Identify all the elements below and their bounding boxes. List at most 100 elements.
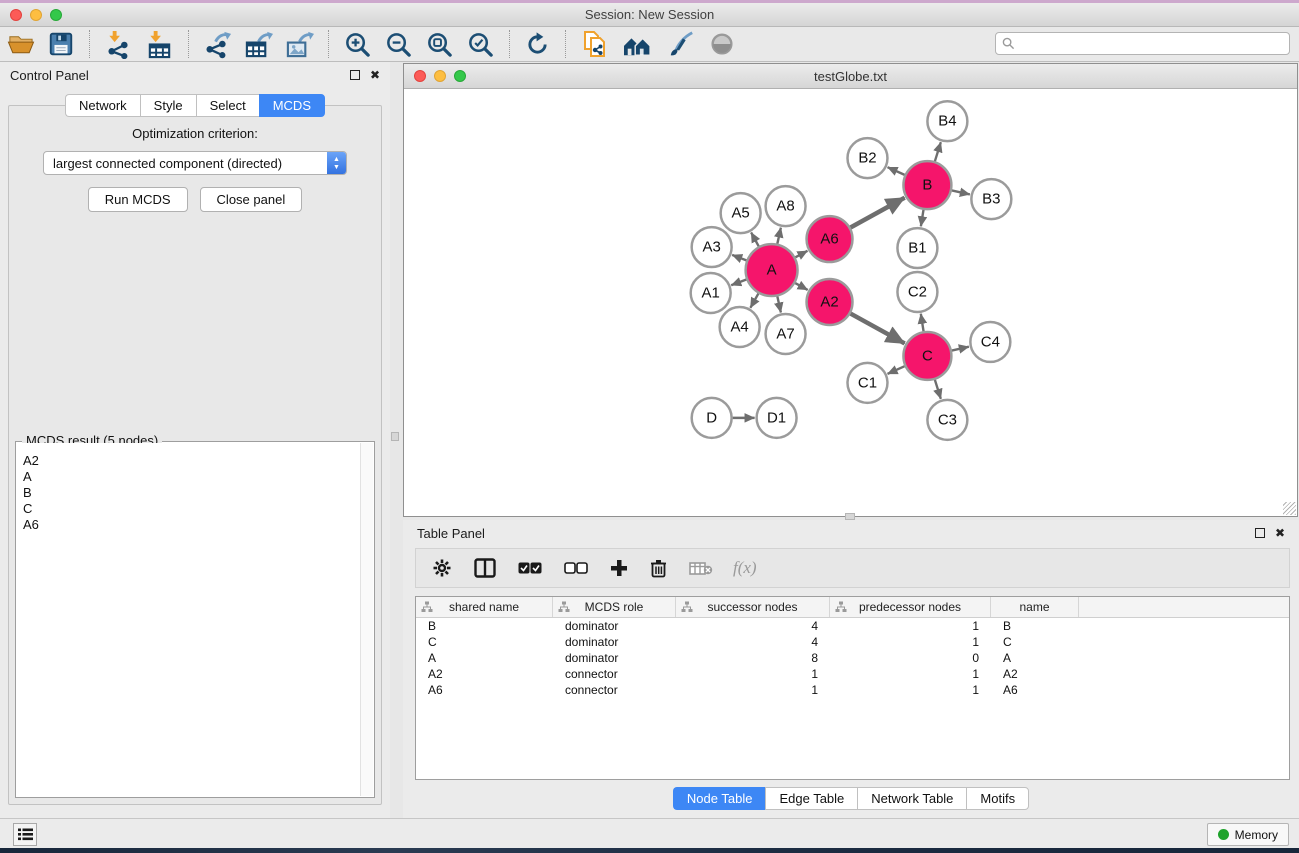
- hide-selected-button[interactable]: [702, 29, 742, 59]
- edge-A-A7[interactable]: [777, 296, 781, 312]
- column-header-shared-name[interactable]: shared name: [416, 597, 553, 617]
- node-A[interactable]: A: [746, 244, 798, 296]
- zoom-selected-button[interactable]: [460, 29, 501, 60]
- search-box[interactable]: [995, 32, 1290, 55]
- edge-A-A8[interactable]: [777, 228, 781, 244]
- tab-network-table[interactable]: Network Table: [857, 787, 966, 810]
- run-mcds-button[interactable]: Run MCDS: [88, 187, 188, 212]
- refresh-button[interactable]: [518, 30, 557, 59]
- table-row[interactable]: A2connector11A2: [416, 666, 1289, 682]
- node-A7[interactable]: A7: [766, 314, 806, 354]
- import-network-button[interactable]: [98, 29, 139, 60]
- memory-button[interactable]: Memory: [1207, 823, 1289, 846]
- vertical-splitter-handle[interactable]: [391, 432, 399, 441]
- node-B2[interactable]: B2: [848, 138, 888, 178]
- edge-C-C4[interactable]: [952, 347, 969, 351]
- new-network-from-selection-button[interactable]: [574, 28, 616, 60]
- tab-motifs[interactable]: Motifs: [966, 787, 1029, 810]
- edge-B-B3[interactable]: [952, 190, 970, 194]
- tab-edge-table[interactable]: Edge Table: [765, 787, 857, 810]
- close-table-panel-icon[interactable]: ✖: [1275, 527, 1285, 539]
- tab-style[interactable]: Style: [140, 94, 196, 117]
- float-table-panel-icon[interactable]: [1255, 528, 1265, 538]
- show-columns-button[interactable]: [468, 556, 502, 580]
- node-D1[interactable]: D1: [757, 398, 797, 438]
- apply-style-button[interactable]: [660, 29, 702, 59]
- mcds-result-item[interactable]: C: [23, 501, 367, 517]
- tab-network[interactable]: Network: [65, 94, 140, 117]
- edge-A-A5[interactable]: [751, 232, 759, 246]
- node-A2[interactable]: A2: [807, 279, 853, 325]
- node-A8[interactable]: A8: [766, 186, 806, 226]
- edge-C-C3[interactable]: [935, 380, 941, 399]
- task-history-button[interactable]: [13, 823, 37, 846]
- export-image-button[interactable]: [279, 29, 320, 60]
- zoom-out-button[interactable]: [378, 29, 419, 60]
- export-table-button[interactable]: [238, 29, 279, 60]
- zoom-in-button[interactable]: [337, 29, 378, 60]
- mcds-result-item[interactable]: B: [23, 485, 367, 501]
- edge-A2-C[interactable]: [851, 314, 905, 344]
- edge-A-A2[interactable]: [795, 283, 807, 290]
- node-C1[interactable]: C1: [848, 363, 888, 403]
- float-panel-icon[interactable]: [350, 70, 360, 80]
- deselect-all-button[interactable]: [558, 560, 594, 577]
- mcds-result-item[interactable]: A6: [23, 517, 367, 533]
- table-row[interactable]: A6connector11A6: [416, 682, 1289, 698]
- horizontal-splitter-handle[interactable]: [845, 513, 855, 520]
- create-column-button[interactable]: [604, 557, 634, 579]
- node-C[interactable]: C: [903, 332, 951, 380]
- edge-A-A6[interactable]: [795, 251, 807, 257]
- node-B4[interactable]: B4: [927, 101, 967, 141]
- result-scrollbar[interactable]: [360, 443, 373, 796]
- node-C4[interactable]: C4: [970, 322, 1010, 362]
- mcds-result-item[interactable]: A: [23, 469, 367, 485]
- node-B[interactable]: B: [903, 161, 951, 209]
- column-header-mcds-role[interactable]: MCDS role: [553, 597, 676, 617]
- close-panel-button[interactable]: Close panel: [200, 187, 303, 212]
- save-session-button[interactable]: [41, 29, 81, 59]
- column-header-name[interactable]: name: [991, 597, 1079, 617]
- node-C2[interactable]: C2: [897, 272, 937, 312]
- network-window-titlebar[interactable]: testGlobe.txt: [404, 64, 1297, 89]
- tab-node-table[interactable]: Node Table: [673, 787, 766, 810]
- mcds-result-item[interactable]: A2: [23, 453, 367, 469]
- table-settings-button[interactable]: [426, 556, 458, 580]
- node-A4[interactable]: A4: [720, 307, 760, 347]
- zoom-fit-button[interactable]: [419, 29, 460, 60]
- first-neighbors-button[interactable]: [616, 29, 660, 59]
- edge-A-A1[interactable]: [731, 280, 746, 286]
- network-graph[interactable]: AA6A2BCA1A3A4A5A7A8B1B2B3B4C1C2C3C4DD1: [404, 89, 1297, 516]
- import-table-button[interactable]: [139, 29, 180, 60]
- node-A6[interactable]: A6: [807, 216, 853, 262]
- edge-A-A3[interactable]: [732, 255, 746, 260]
- edge-A-A4[interactable]: [750, 294, 758, 308]
- edge-A6-B[interactable]: [851, 198, 905, 228]
- criterion-select[interactable]: largest connected component (directed) ▲…: [43, 151, 347, 175]
- node-B1[interactable]: B1: [897, 228, 937, 268]
- close-panel-icon[interactable]: ✖: [370, 69, 380, 81]
- column-header-predecessor-nodes[interactable]: predecessor nodes: [830, 597, 991, 617]
- node-A3[interactable]: A3: [692, 227, 732, 267]
- edge-B-B2[interactable]: [888, 167, 905, 175]
- search-input[interactable]: [1019, 34, 1289, 53]
- edge-B-B1[interactable]: [921, 210, 924, 227]
- edge-C-C1[interactable]: [888, 366, 905, 374]
- tab-mcds[interactable]: MCDS: [259, 94, 325, 117]
- delete-column-button[interactable]: [644, 557, 673, 580]
- export-network-button[interactable]: [197, 29, 238, 60]
- open-session-button[interactable]: [0, 29, 41, 60]
- table-row[interactable]: Adominator80A: [416, 650, 1289, 666]
- edge-C-C2[interactable]: [921, 314, 924, 332]
- column-header-successor-nodes[interactable]: successor nodes: [676, 597, 830, 617]
- tab-select[interactable]: Select: [196, 94, 259, 117]
- node-A5[interactable]: A5: [721, 193, 761, 233]
- node-D[interactable]: D: [692, 398, 732, 438]
- node-A1[interactable]: A1: [691, 273, 731, 313]
- table-row[interactable]: Cdominator41C: [416, 634, 1289, 650]
- edge-B-B4[interactable]: [935, 142, 941, 161]
- table-row[interactable]: Bdominator41B: [416, 618, 1289, 634]
- resize-grip-icon[interactable]: [1283, 502, 1296, 515]
- network-canvas[interactable]: AA6A2BCA1A3A4A5A7A8B1B2B3B4C1C2C3C4DD1: [404, 89, 1297, 516]
- select-all-button[interactable]: [512, 560, 548, 577]
